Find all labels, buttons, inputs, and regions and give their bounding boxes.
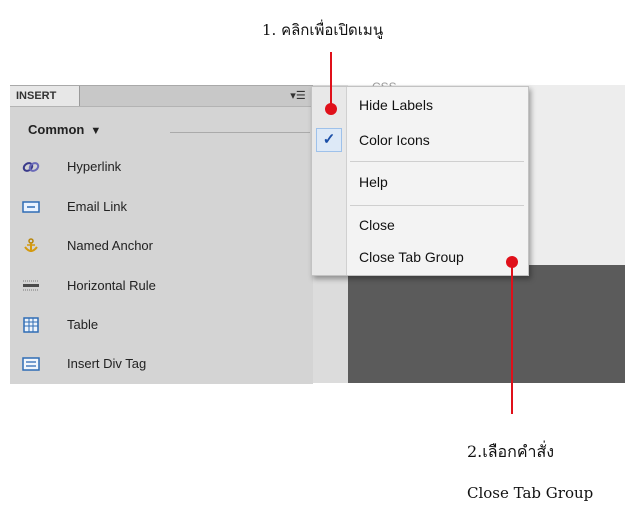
insert-item-table[interactable]: Table (10, 311, 310, 341)
insert-item-label: Hyperlink (67, 159, 122, 174)
category-dropdown[interactable]: Common ▼ (28, 122, 101, 137)
menu-item-hide-labels[interactable]: Hide Labels (348, 93, 535, 117)
menu-separator (350, 161, 524, 162)
insert-item-email-link[interactable]: Email Link (10, 193, 310, 223)
insert-item-label: Horizontal Rule (67, 278, 156, 293)
category-divider (170, 132, 310, 133)
menu-gutter (312, 87, 347, 275)
insert-item-label: Email Link (67, 199, 127, 214)
menu-item-color-icons[interactable]: Color Icons (348, 128, 535, 152)
insert-panel: INSERT ▾☰ Common ▼ Hyperlink Email Link N… (10, 85, 313, 384)
hyperlink-icon (22, 162, 40, 172)
annotation-line-1 (330, 52, 332, 106)
annotation-step-1: 1. คลิกเพื่อเปิดเมนู (262, 21, 384, 39)
menu-item-close[interactable]: Close (348, 213, 535, 237)
insert-item-named-anchor[interactable]: Named Anchor (10, 232, 310, 262)
insert-item-label: Named Anchor (67, 238, 153, 253)
annotation-line-2 (511, 262, 513, 414)
annotation-step-2-detail: Close Tab Group (467, 484, 594, 502)
anchor-icon (24, 238, 38, 252)
checkmark-icon: ✓ (316, 128, 342, 152)
annotation-marker-1 (325, 103, 337, 115)
category-label: Common (28, 122, 85, 137)
table-icon (23, 317, 39, 333)
annotation-marker-2 (506, 256, 518, 268)
menu-item-help[interactable]: Help (348, 170, 535, 194)
insert-item-horizontal-rule[interactable]: Horizontal Rule (10, 272, 310, 302)
email-link-icon (22, 201, 40, 213)
tab-insert[interactable]: INSERT (10, 86, 80, 106)
caret-down-icon: ▼ (90, 125, 102, 137)
horizontal-rule-icon (23, 280, 39, 291)
insert-item-hyperlink[interactable]: Hyperlink (10, 153, 310, 183)
insert-item-label: Table (67, 317, 99, 332)
insert-item-div-tag[interactable]: Insert Div Tag (10, 350, 310, 380)
panel-tab-bar: INSERT ▾☰ (10, 86, 313, 107)
annotation-step-2: 2.เลือกคำสั่ง (467, 442, 555, 461)
insert-item-label: Insert Div Tag (67, 356, 147, 371)
panel-options-menu-button[interactable]: ▾☰ (286, 88, 310, 104)
menu-separator (350, 205, 524, 206)
div-tag-icon (22, 357, 40, 371)
panel-options-menu: ✓ Hide Labels Color Icons Help Close Clo… (311, 86, 529, 276)
